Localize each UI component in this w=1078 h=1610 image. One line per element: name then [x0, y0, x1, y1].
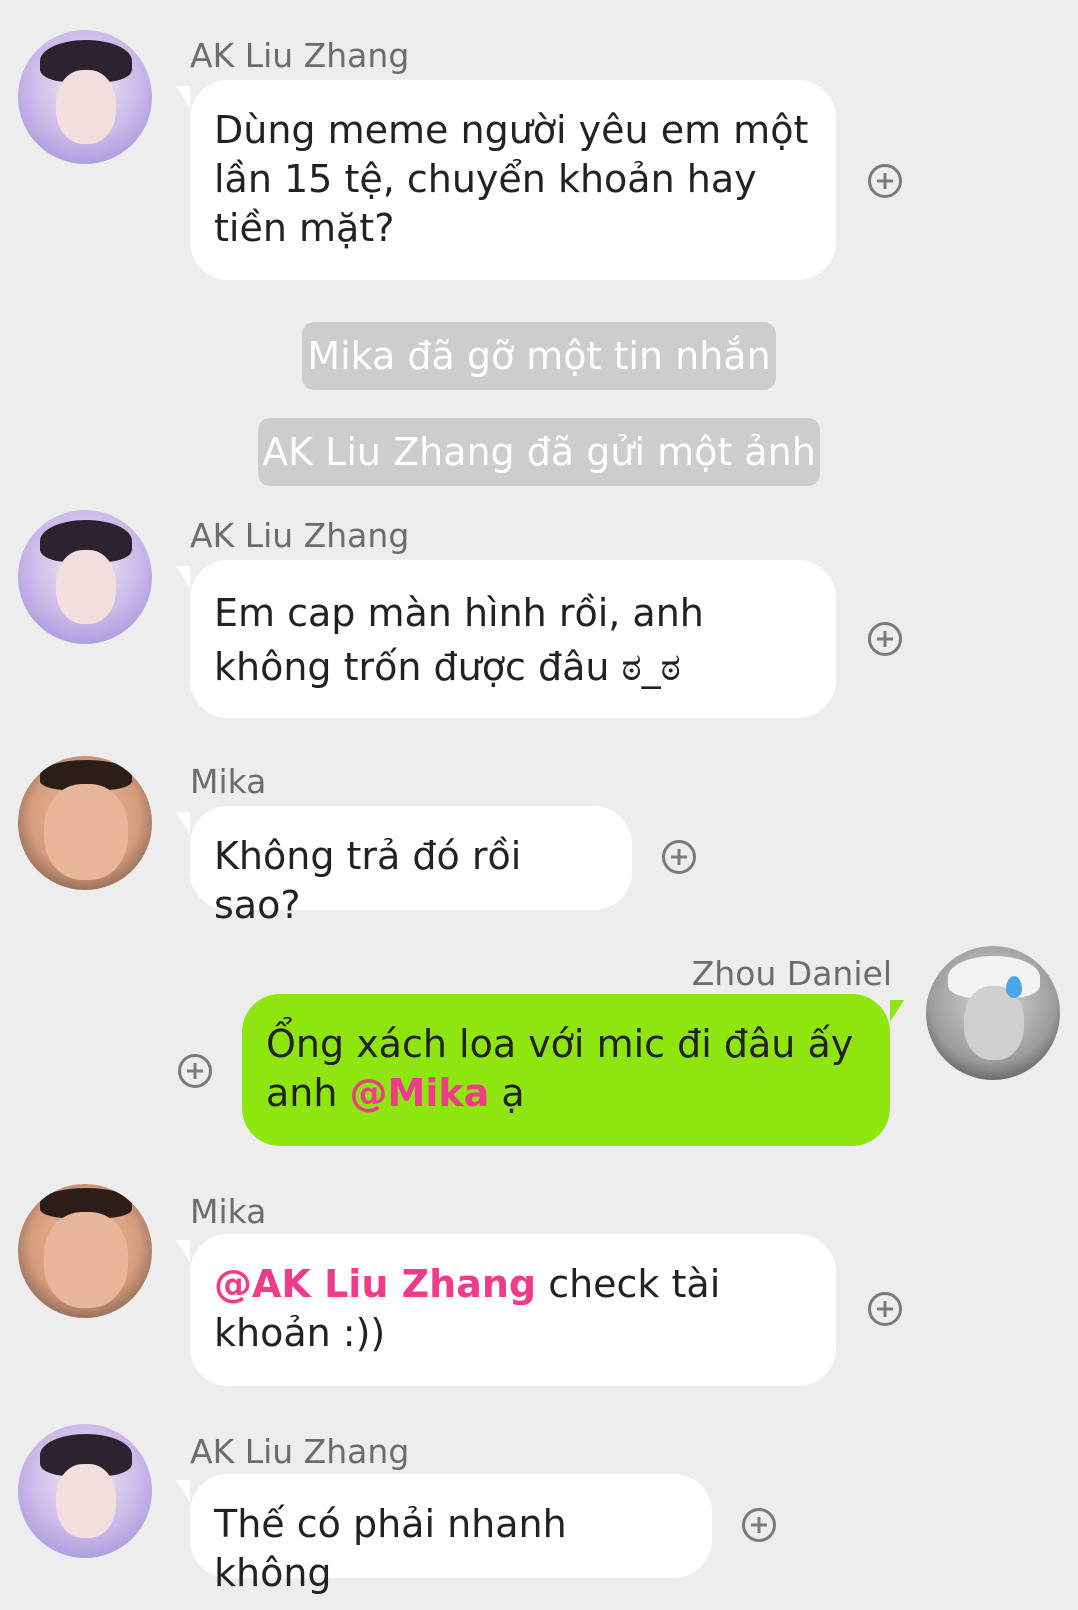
avatar-face: [44, 784, 128, 880]
bubble-tail: [176, 1240, 190, 1262]
message-bubble[interactable]: @AK Liu Zhang check tài khoản :)): [190, 1234, 836, 1386]
mention-link[interactable]: @AK Liu Zhang: [214, 1262, 536, 1306]
sender-name: AK Liu Zhang: [190, 36, 410, 75]
plus-circle-icon[interactable]: [742, 1508, 776, 1542]
avatar-face: [56, 1464, 116, 1538]
message-bubble[interactable]: Em cap màn hình rồi, anh không trốn được…: [190, 560, 836, 718]
recall-notice: Mika đã gỡ một tin nhắn: [302, 322, 776, 390]
avatar-mika[interactable]: [18, 1184, 152, 1318]
message-bubble[interactable]: Dùng meme người yêu em một lần 15 tệ, ch…: [190, 80, 836, 280]
sender-name: Mika: [190, 1192, 267, 1231]
avatar-face: [56, 70, 116, 144]
avatar-ak-liu-zhang[interactable]: [18, 30, 152, 164]
message-bubble-outgoing[interactable]: Ổng xách loa với mic đi đâu ấy anh @Mika…: [242, 994, 890, 1146]
sender-name: AK Liu Zhang: [190, 516, 410, 555]
sender-name: Mika: [190, 762, 267, 801]
avatar-mika[interactable]: [18, 756, 152, 890]
message-bubble[interactable]: Không trả đó rồi sao?: [190, 806, 632, 927]
bubble-tail: [176, 1480, 190, 1502]
plus-circle-icon[interactable]: [178, 1054, 212, 1088]
message-bubble[interactable]: Thế có phải nhanh không: [190, 1474, 712, 1595]
avatar-ak-liu-zhang[interactable]: [18, 1424, 152, 1558]
avatar-zhou-daniel[interactable]: [926, 946, 1060, 1080]
photo-sent-notice: AK Liu Zhang đã gửi một ảnh: [258, 418, 820, 486]
message-text: ạ: [489, 1071, 525, 1115]
bubble-tail: [176, 86, 190, 108]
mention-link[interactable]: @Mika: [350, 1071, 490, 1115]
bubble-tail: [890, 1000, 904, 1022]
sender-name: Zhou Daniel: [691, 954, 892, 993]
bubble-tail: [176, 812, 190, 834]
sweat-drop-icon: [1006, 976, 1022, 998]
plus-circle-icon[interactable]: [662, 840, 696, 874]
sender-name: AK Liu Zhang: [190, 1432, 410, 1471]
plus-circle-icon[interactable]: [868, 164, 902, 198]
avatar-ak-liu-zhang[interactable]: [18, 510, 152, 644]
plus-circle-icon[interactable]: [868, 1292, 902, 1326]
avatar-face: [44, 1212, 128, 1308]
avatar-face: [56, 550, 116, 624]
plus-circle-icon[interactable]: [868, 622, 902, 656]
bubble-tail: [176, 566, 190, 588]
